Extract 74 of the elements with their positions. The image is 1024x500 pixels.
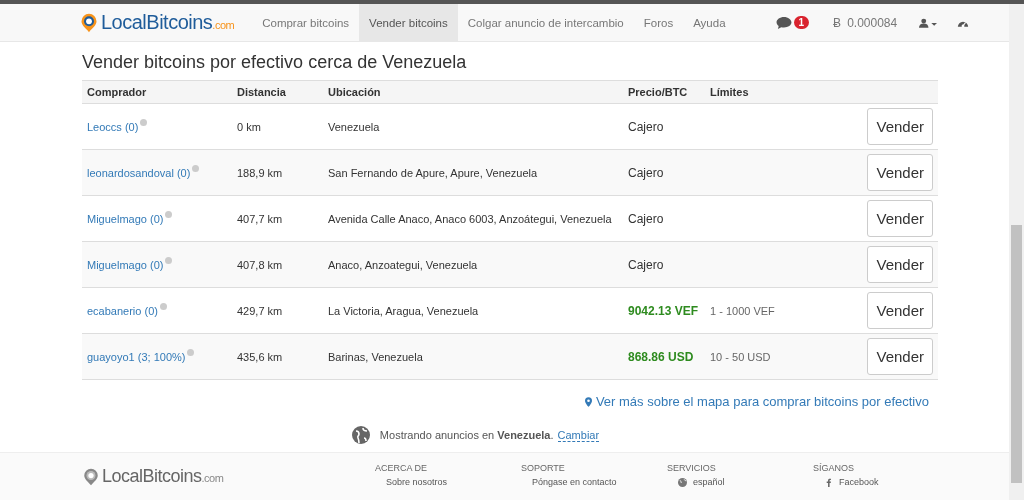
logo-icon <box>79 11 99 34</box>
sell-button[interactable]: Vender <box>867 154 933 191</box>
footer-link[interactable]: Póngase en contacto <box>521 477 667 487</box>
logo-icon <box>82 466 100 487</box>
price-cell: Cajero <box>623 241 705 288</box>
footer-heading: SOPORTE <box>521 463 566 473</box>
nav-link[interactable]: Ayuda <box>683 4 736 41</box>
footer-heading: ACERCA DE <box>375 463 428 473</box>
status-dot-icon <box>165 210 173 218</box>
nav-link[interactable]: Vender bitcoins <box>359 4 458 41</box>
price-cell: 9042.13 VEF <box>623 287 705 334</box>
table-cell: 0 km <box>232 103 323 150</box>
buyer-link[interactable]: Miguelmago (0) <box>87 258 164 271</box>
status-dot-icon <box>159 302 167 310</box>
location-note: Mostrando anuncios en Venezuela. <box>379 429 554 441</box>
logo-text[interactable]: LocalBitcoins.com <box>101 11 235 34</box>
table-cell: 1 - 1000 VEF <box>705 287 855 334</box>
column-header: Ubicación <box>323 80 623 104</box>
status-dot-icon <box>192 164 200 172</box>
footer-heading: SERVICIOS <box>667 463 717 473</box>
nav-link[interactable]: Colgar anuncio de intercambio <box>457 4 634 41</box>
logo-text[interactable]: LocalBitcoins.com <box>102 466 224 487</box>
sell-button[interactable]: Vender <box>867 200 933 237</box>
scrollbar[interactable] <box>1009 4 1024 500</box>
message-count-badge[interactable]: 1 <box>793 16 810 29</box>
column-header: Comprador <box>82 80 232 104</box>
table-cell: Avenida Calle Anaco, Anaco 6003, Anzoátegui, Venezuela <box>323 195 623 242</box>
price-cell: Cajero <box>623 103 705 150</box>
buyer-link[interactable]: Miguelmago (0) <box>87 212 164 225</box>
table-cell: 407,8 km <box>232 241 323 288</box>
page-title: Vender bitcoins por efectivo cerca de Venezuela <box>82 52 468 73</box>
buyer-link[interactable]: leonardosandoval (0) <box>87 166 191 179</box>
table-cell: 188,9 km <box>232 149 323 196</box>
map-link[interactable]: Ver más sobre el mapa para comprar bitcoins por efectivo <box>584 394 929 409</box>
buyer-link[interactable]: Leoccs (0) <box>87 120 139 133</box>
column-header: Precio/BTC <box>623 80 705 104</box>
chat-icon <box>775 15 792 30</box>
table-cell: Anaco, Anzoategui, Venezuela <box>323 241 623 288</box>
buyer-link[interactable]: ecabanerio (0) <box>87 304 158 317</box>
bitcoin-symbol: Ƀ <box>833 15 842 30</box>
footer-heading: SÍGANOS <box>813 463 855 473</box>
sell-button[interactable]: Vender <box>867 246 933 283</box>
table-cell: San Fernando de Apure, Apure, Venezuela <box>323 149 623 196</box>
sell-button[interactable]: Vender <box>867 292 933 329</box>
column-header: Límites <box>705 80 855 104</box>
nav-link[interactable]: Foros <box>633 4 684 41</box>
sell-button[interactable]: Vender <box>867 108 933 145</box>
price-cell: 868.86 USD <box>623 333 705 380</box>
table-cell: Barinas, Venezuela <box>323 333 623 380</box>
table-cell: 407,7 km <box>232 195 323 242</box>
table-cell: 429,7 km <box>232 287 323 334</box>
sell-button[interactable]: Vender <box>867 338 933 375</box>
nav-link[interactable]: Comprar bitcoins <box>252 4 360 41</box>
buyer-link[interactable]: guayoyo1 (3; 100%) <box>87 350 186 363</box>
status-dot-icon <box>187 348 195 356</box>
footer-link[interactable]: Facebook <box>813 477 959 487</box>
map-pin-icon <box>584 396 592 407</box>
globe-icon <box>351 426 370 444</box>
price-cell: Cajero <box>623 149 705 196</box>
change-link[interactable]: Cambiar <box>557 428 600 442</box>
footer-link[interactable]: español <box>667 477 813 487</box>
status-dot-icon <box>165 256 173 264</box>
table-cell: La Victoria, Aragua, Venezuela <box>323 287 623 334</box>
table-cell: 435,6 km <box>232 333 323 380</box>
balance[interactable]: 0.000084 <box>847 15 898 30</box>
table-cell: 10 - 50 USD <box>705 333 855 380</box>
user-icon <box>919 17 938 28</box>
footer-link[interactable]: Sobre nosotros <box>375 477 521 487</box>
price-cell: Cajero <box>623 195 705 242</box>
globe-icon <box>678 477 687 487</box>
facebook-icon <box>824 477 833 487</box>
status-dot-icon <box>140 118 148 126</box>
table-cell: Venezuela <box>323 103 623 150</box>
column-header: Distancia <box>232 80 323 104</box>
